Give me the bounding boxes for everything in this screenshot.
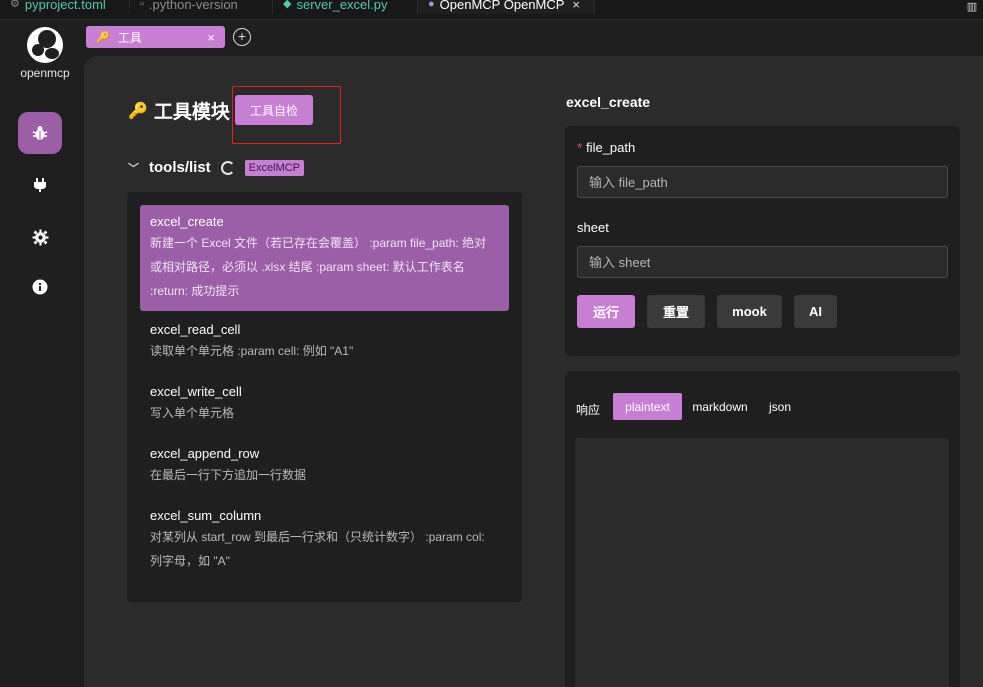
page-title: 🔑 工具模块 bbox=[128, 97, 230, 124]
editor-tab-pyproject[interactable]: ⚙ pyproject.toml bbox=[0, 0, 130, 14]
tool-description: 读取单个单元格 :param cell: 例如 "A1" bbox=[150, 344, 354, 358]
sheet-field[interactable] bbox=[577, 246, 948, 278]
editor-tab-label: .python-version bbox=[148, 0, 238, 12]
split-editor-icon[interactable]: ▥ bbox=[961, 0, 983, 19]
tab-plaintext[interactable]: plaintext bbox=[613, 393, 682, 420]
add-tab-button[interactable]: + bbox=[233, 28, 251, 46]
tool-name: excel_create bbox=[150, 214, 224, 229]
tab-label: 工具 bbox=[117, 30, 142, 45]
editor-tab-python-version[interactable]: ▫ .python-version bbox=[130, 0, 273, 14]
openmcp-icon: ● bbox=[428, 0, 435, 10]
tool-name: excel_append_row bbox=[150, 446, 260, 461]
sidebar-item-connect[interactable] bbox=[18, 164, 62, 206]
tab-tools[interactable]: 🔑 工具 × bbox=[86, 26, 225, 48]
plug-icon bbox=[34, 178, 46, 192]
mook-button[interactable]: mook bbox=[717, 295, 782, 328]
list-item[interactable]: excel_create 新建一个 Excel 文件（若已存在会覆盖） :par… bbox=[140, 205, 509, 311]
chevron-down-icon[interactable]: ﹀ bbox=[128, 160, 139, 176]
list-item[interactable]: excel_write_cell 写入单个单元格 bbox=[140, 375, 509, 433]
tool-name: excel_read_cell bbox=[150, 322, 241, 337]
gear-icon bbox=[32, 229, 48, 245]
bug-icon bbox=[32, 126, 48, 140]
tab-json[interactable]: json bbox=[760, 393, 800, 420]
response-label: 响应 bbox=[576, 403, 601, 417]
highlight-annotation-box bbox=[232, 86, 341, 144]
editor-tab-strip: ⚙ pyproject.toml ▫ .python-version ◆ ser… bbox=[0, 0, 983, 20]
refresh-icon[interactable] bbox=[220, 160, 235, 175]
file-icon: ▫ bbox=[140, 0, 144, 10]
tool-form-title: excel_create bbox=[566, 94, 651, 110]
field-label-sheet: sheet bbox=[577, 220, 609, 235]
close-icon[interactable]: × bbox=[572, 0, 580, 12]
tool-description: 在最后一行下方追加一行数据 bbox=[150, 468, 307, 482]
tool-form-card: *file_path sheet 运行 重置 mook AI bbox=[565, 126, 960, 356]
sidebar-item-debug[interactable] bbox=[18, 112, 62, 154]
sidebar-item-settings[interactable] bbox=[18, 216, 62, 258]
tool-list: excel_create 新建一个 Excel 文件（若已存在会覆盖） :par… bbox=[127, 192, 522, 602]
key-icon: 🔑 bbox=[128, 102, 148, 120]
sidebar: openmcp bbox=[0, 20, 78, 687]
list-item[interactable]: excel_append_row 在最后一行下方追加一行数据 bbox=[140, 437, 509, 495]
editor-tab-label: OpenMCP OpenMCP bbox=[439, 0, 565, 12]
logo-text: openmcp bbox=[20, 66, 70, 80]
tool-description: 新建一个 Excel 文件（若已存在会覆盖） :param file_path:… bbox=[150, 236, 487, 298]
close-icon[interactable]: × bbox=[207, 30, 215, 45]
tool-description: 写入单个单元格 bbox=[150, 406, 235, 420]
file-path-field[interactable] bbox=[577, 166, 948, 198]
list-item[interactable]: excel_sum_column 对某列从 start_row 到最后一行求和（… bbox=[140, 499, 509, 581]
tool-description: 对某列从 start_row 到最后一行求和（只统计数字） :param col… bbox=[150, 530, 485, 568]
gear-icon: ⚙ bbox=[10, 0, 20, 10]
python-icon: ◆ bbox=[283, 0, 292, 10]
field-label-file-path: * file_path bbox=[577, 140, 636, 155]
editor-tab-openmcp[interactable]: ● OpenMCP OpenMCP × bbox=[418, 0, 595, 14]
tools-list-header[interactable]: ﹀ tools/list ExcelMCP bbox=[128, 159, 305, 176]
server-badge: ExcelMCP bbox=[244, 159, 305, 176]
list-item[interactable]: excel_read_cell 读取单个单元格 :param cell: 例如 … bbox=[140, 313, 509, 371]
response-output[interactable] bbox=[575, 438, 949, 687]
editor-tab-label: server_excel.py bbox=[296, 0, 388, 12]
main-panel: 🔑 工具模块 工具自检 ﹀ tools/list ExcelMCP excel_… bbox=[84, 56, 983, 687]
tool-name: excel_write_cell bbox=[150, 384, 242, 399]
info-icon bbox=[32, 279, 48, 295]
openmcp-logo bbox=[27, 27, 63, 63]
response-card: 响应 plaintext markdown json bbox=[565, 371, 960, 687]
sidebar-item-about[interactable] bbox=[18, 266, 62, 308]
page-title-text: 工具模块 bbox=[153, 102, 230, 123]
required-mark: * bbox=[577, 140, 583, 155]
ai-button[interactable]: AI bbox=[794, 295, 837, 328]
tools-list-title: tools/list bbox=[149, 159, 211, 176]
editor-tab-server-excel[interactable]: ◆ server_excel.py bbox=[273, 0, 418, 14]
key-icon: 🔑 bbox=[96, 31, 110, 44]
tab-markdown[interactable]: markdown bbox=[686, 393, 754, 420]
run-button[interactable]: 运行 bbox=[577, 295, 635, 328]
reset-button[interactable]: 重置 bbox=[647, 295, 705, 328]
editor-tab-label: pyproject.toml bbox=[24, 0, 106, 12]
tool-name: excel_sum_column bbox=[150, 508, 262, 523]
